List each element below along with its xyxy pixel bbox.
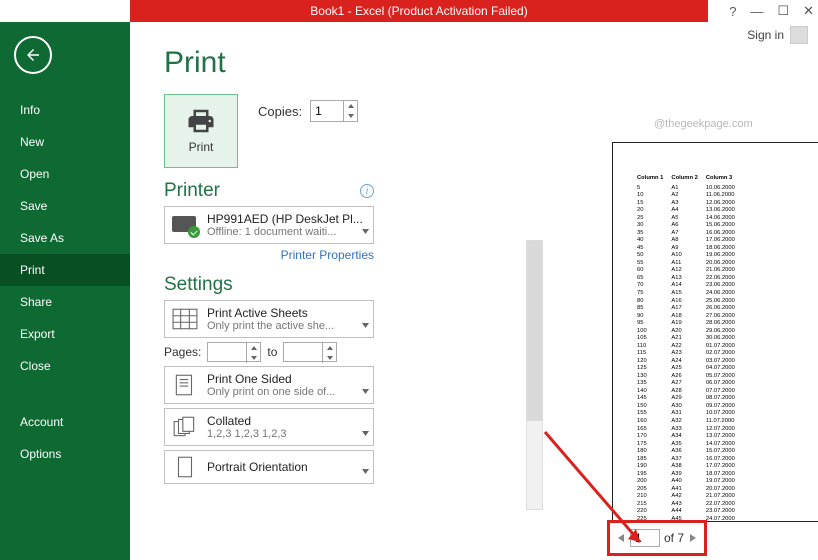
pages-from-down[interactable]	[247, 353, 260, 363]
pages-from-up[interactable]	[247, 343, 260, 353]
chevron-down-icon	[362, 221, 369, 239]
pages-to-input[interactable]	[284, 343, 322, 361]
print-panel: Print Print Copies: Printeri HP991AED (H	[130, 22, 400, 560]
nav-export[interactable]: Export	[0, 318, 130, 350]
nav-save-as[interactable]: Save As	[0, 222, 130, 254]
nav-options[interactable]: Options	[0, 438, 130, 470]
pages-from-input[interactable]	[208, 343, 246, 361]
pages-to-label: to	[267, 345, 277, 359]
nav-share[interactable]: Share	[0, 286, 130, 318]
minimize-button[interactable]: —	[750, 4, 763, 19]
pages-to-down[interactable]	[323, 353, 336, 363]
nav-info[interactable]: Info	[0, 94, 130, 126]
chevron-down-icon	[362, 461, 369, 479]
page-icon	[172, 374, 198, 396]
info-icon[interactable]: i	[360, 184, 374, 198]
backstage-sidebar: InfoNewOpenSaveSave AsPrintShareExportCl…	[0, 22, 130, 560]
printer-dropdown[interactable]: HP991AED (HP DeskJet Pl...Offline: 1 doc…	[164, 206, 374, 244]
preview-page: Column 1Column 2Column 35A110.06.200010A…	[612, 142, 818, 522]
pages-to-up[interactable]	[323, 343, 336, 353]
printer-properties-link[interactable]: Printer Properties	[164, 248, 374, 262]
pages-from[interactable]	[207, 342, 261, 362]
settings-scrollbar[interactable]	[526, 240, 543, 510]
orient-title: Portrait Orientation	[207, 460, 367, 474]
sheet-icon	[172, 308, 198, 330]
chevron-down-icon	[362, 423, 369, 441]
close-button[interactable]: ✕	[803, 3, 814, 19]
sides-dropdown[interactable]: Print One SidedOnly print on one side of…	[164, 366, 374, 404]
collate-dropdown[interactable]: Collated1,2,3 1,2,3 1,2,3	[164, 408, 374, 446]
print-scope-dropdown[interactable]: Print Active SheetsOnly print the active…	[164, 300, 374, 338]
nav-new[interactable]: New	[0, 126, 130, 158]
help-button[interactable]: ?	[729, 4, 736, 19]
collate-title: Collated	[207, 414, 367, 428]
page-navigator: of 7	[607, 520, 707, 556]
copies-input[interactable]	[311, 102, 343, 120]
orientation-dropdown[interactable]: Portrait Orientation	[164, 450, 374, 484]
nav-open[interactable]: Open	[0, 158, 130, 190]
sides-title: Print One Sided	[207, 372, 367, 386]
scope-sub: Only print the active she...	[207, 320, 367, 332]
pages-to[interactable]	[283, 342, 337, 362]
window-title: Book1 - Excel (Product Activation Failed…	[310, 4, 527, 18]
page-input[interactable]	[630, 529, 660, 547]
pages-label: Pages:	[164, 345, 201, 359]
settings-section: Settings	[164, 274, 233, 296]
page-title: Print	[164, 46, 400, 80]
nav-close[interactable]: Close	[0, 350, 130, 382]
printer-section: Printer	[164, 180, 220, 202]
nav-account[interactable]: Account	[0, 406, 130, 438]
maximize-button[interactable]: ☐	[777, 3, 789, 19]
chevron-down-icon	[362, 315, 369, 333]
portrait-icon	[172, 456, 198, 478]
next-page-button[interactable]	[688, 527, 698, 549]
prev-page-button[interactable]	[616, 527, 626, 549]
collate-sub: 1,2,3 1,2,3 1,2,3	[207, 428, 367, 440]
nav-print[interactable]: Print	[0, 254, 130, 286]
copies-label: Copies:	[258, 104, 302, 119]
back-button[interactable]	[14, 36, 52, 74]
print-preview: Column 1Column 2Column 35A110.06.200010A…	[570, 124, 818, 556]
printer-icon	[186, 108, 216, 134]
chevron-down-icon	[362, 381, 369, 399]
sides-sub: Only print on one side of...	[207, 386, 367, 398]
page-of-label: of 7	[664, 531, 684, 545]
scope-title: Print Active Sheets	[207, 306, 367, 320]
printer-status: Offline: 1 document waiti...	[207, 226, 367, 238]
print-button-label: Print	[189, 140, 214, 154]
printer-name: HP991AED (HP DeskJet Pl...	[207, 212, 367, 226]
printer-ready-icon	[172, 214, 198, 236]
copies-down[interactable]	[344, 111, 357, 121]
copies-up[interactable]	[344, 101, 357, 111]
print-button[interactable]: Print	[164, 94, 238, 168]
collate-icon	[172, 416, 198, 438]
copies-spinner[interactable]	[310, 100, 358, 122]
title-band: Book1 - Excel (Product Activation Failed…	[130, 0, 708, 22]
titlebar: Book1 - Excel (Product Activation Failed…	[0, 0, 818, 22]
nav-save[interactable]: Save	[0, 190, 130, 222]
